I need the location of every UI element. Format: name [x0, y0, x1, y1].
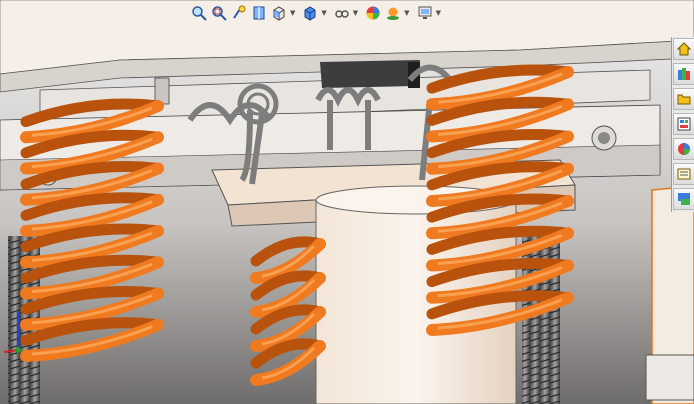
- chevron-down-icon[interactable]: ▼: [321, 9, 326, 17]
- forum-icon[interactable]: [673, 188, 694, 210]
- task-pane: [671, 37, 694, 212]
- spring-right[interactable]: [426, 64, 574, 336]
- glasses-icon[interactable]: [333, 4, 351, 22]
- view-cube-icon[interactable]: [270, 4, 288, 22]
- view-palette-icon[interactable]: [673, 113, 694, 135]
- spring-left[interactable]: [20, 98, 164, 362]
- monitor-icon[interactable]: [416, 4, 434, 22]
- appearance-ball-icon[interactable]: [673, 138, 694, 160]
- chevron-down-icon[interactable]: ▼: [290, 9, 295, 17]
- scene-icon[interactable]: [384, 4, 402, 22]
- library-icon[interactable]: [673, 63, 694, 85]
- chevron-down-icon[interactable]: ▼: [353, 9, 358, 17]
- right-bracket[interactable]: [645, 185, 694, 404]
- zoom-area-icon[interactable]: [210, 4, 228, 22]
- home-icon[interactable]: [673, 38, 694, 60]
- folder-icon[interactable]: [673, 88, 694, 110]
- heads-up-toolbar: ▼ ▼ ▼ ▼ ▼: [190, 2, 445, 24]
- zoom-fit-icon[interactable]: [190, 4, 208, 22]
- color-ball-icon[interactable]: [364, 4, 382, 22]
- properties-icon[interactable]: [673, 163, 694, 185]
- section-view-icon[interactable]: [250, 4, 268, 22]
- graphics-viewport[interactable]: [0, 0, 694, 404]
- chevron-down-icon[interactable]: ▼: [436, 9, 441, 17]
- chevron-down-icon[interactable]: ▼: [404, 9, 409, 17]
- shaded-cube-icon[interactable]: [301, 4, 319, 22]
- previous-view-icon[interactable]: [230, 4, 248, 22]
